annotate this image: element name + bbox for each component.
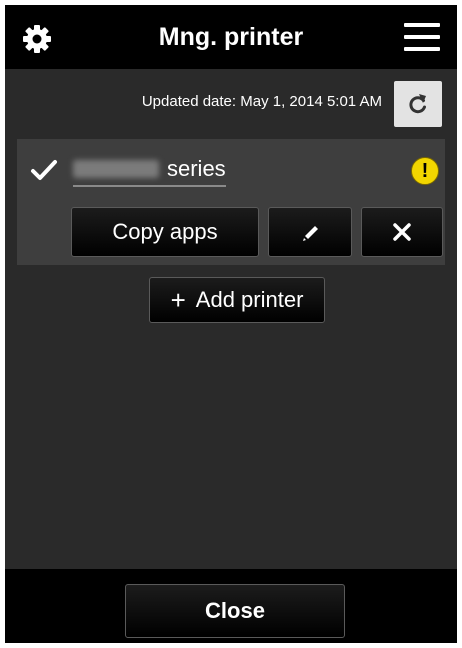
footer-bar: Close (5, 569, 457, 643)
app-frame: Mng. printer Updated date: May 1, 2014 5… (5, 5, 457, 643)
plus-icon: + (170, 285, 186, 315)
printer-name-link[interactable]: series (73, 153, 226, 187)
pencil-icon (303, 226, 318, 241)
add-printer-label: Add printer (195, 287, 304, 312)
redacted-model-name (73, 160, 159, 178)
refresh-button[interactable] (394, 81, 442, 127)
updated-date-text: Updated date: May 1, 2014 5:01 AM (141, 93, 382, 110)
add-printer-button[interactable]: + Add printer (149, 277, 325, 323)
close-x-icon (393, 223, 411, 241)
delete-printer-button[interactable] (361, 207, 443, 257)
checkmark-icon (29, 155, 59, 185)
refresh-icon (409, 94, 426, 114)
hamburger-menu-icon[interactable] (404, 22, 440, 52)
header-bar: Mng. printer (5, 5, 457, 69)
page-title: Mng. printer (158, 23, 304, 51)
close-button[interactable]: Close (125, 584, 345, 638)
printer-card: series ! Copy apps (17, 139, 445, 265)
exclamation-warning-icon[interactable]: ! (411, 157, 439, 185)
printer-series-label: series (167, 156, 226, 181)
edit-printer-button[interactable] (268, 207, 352, 257)
copy-apps-button[interactable]: Copy apps (71, 207, 259, 257)
